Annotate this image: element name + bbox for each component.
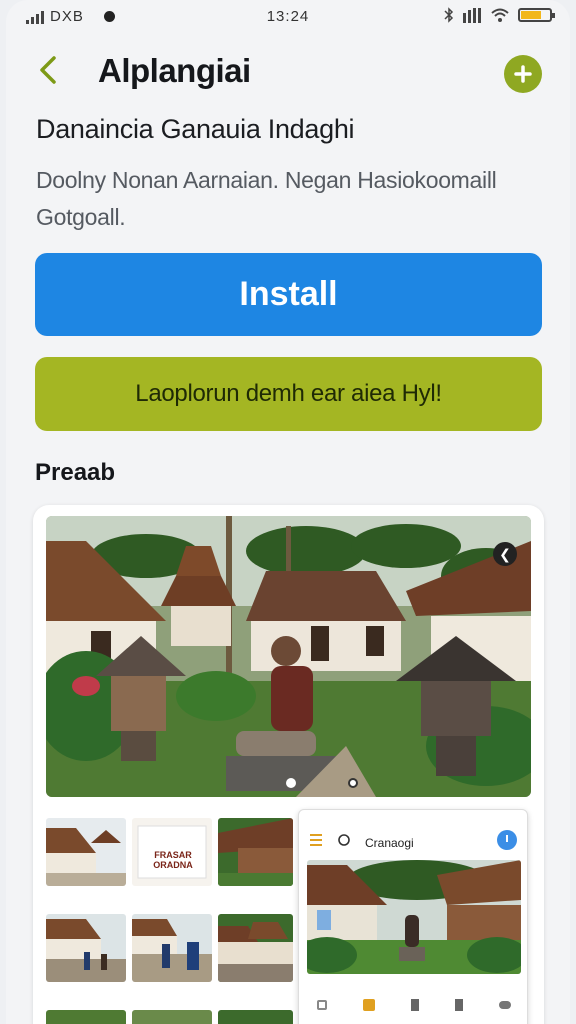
carousel-dot[interactable] <box>348 778 358 788</box>
hero-badge-icon[interactable]: ❮ <box>493 542 517 566</box>
tab-icon[interactable] <box>499 1001 511 1009</box>
hero-image <box>46 516 531 797</box>
back-button[interactable] <box>30 52 66 88</box>
refresh-icon <box>338 834 350 846</box>
app-description: Doolny Nonan Aarnaian. Negan Hasiokoomai… <box>36 167 497 230</box>
thumbnail-poster[interactable]: FRASAR ORADNA <box>132 818 212 886</box>
inner-tab-bar <box>299 992 527 1018</box>
hero-screenshot[interactable]: ❮ <box>46 516 531 797</box>
add-button[interactable] <box>504 55 542 93</box>
thumbnail[interactable] <box>218 914 293 982</box>
wifi-icon <box>491 8 509 22</box>
thumbnail[interactable] <box>46 1010 126 1024</box>
inner-screen-image <box>307 860 521 974</box>
inner-screen-title: Cranaogi <box>365 836 414 850</box>
voice-icon <box>497 830 517 850</box>
chevron-left-icon <box>40 56 56 84</box>
thumbnail[interactable] <box>46 818 126 886</box>
thumbnail[interactable] <box>132 1010 212 1024</box>
poster-text: FRASAR ORADNA <box>153 850 193 870</box>
secondary-action-button[interactable]: Laoplorun demh ear aiea Hyl! <box>35 357 542 431</box>
carousel-dot-active[interactable] <box>286 778 296 788</box>
cellular-icon <box>463 8 481 23</box>
phone-screen: DXB 13:24 Alplangiai Danaincia Ganauia I… <box>6 0 570 1024</box>
carousel-dots <box>286 778 358 788</box>
inner-app-screenshot[interactable]: Cranaogi <box>298 809 528 1024</box>
thumbnail[interactable] <box>218 1010 293 1024</box>
status-bar: DXB 13:24 <box>6 0 570 34</box>
battery-icon <box>518 8 555 22</box>
preview-section-title: Preaab <box>35 459 116 486</box>
tab-icon[interactable] <box>411 999 419 1011</box>
home-icon[interactable] <box>363 999 375 1011</box>
tab-icon[interactable] <box>317 1000 327 1010</box>
page-title: Alplangiai <box>98 52 251 89</box>
app-subtitle: Danaincia Ganauia Indaghi <box>36 114 355 144</box>
install-button[interactable]: Install <box>35 253 542 336</box>
thumbnail[interactable] <box>132 914 212 982</box>
thumbnail[interactable] <box>46 914 126 982</box>
plus-icon <box>514 65 532 83</box>
status-right <box>444 7 555 23</box>
menu-icon <box>310 834 322 846</box>
bluetooth-icon <box>444 7 454 23</box>
tab-icon[interactable] <box>455 999 463 1011</box>
preview-card: ❮ FRASAR ORADNA Cranaogi <box>33 505 544 1024</box>
thumbnail[interactable] <box>218 818 293 886</box>
